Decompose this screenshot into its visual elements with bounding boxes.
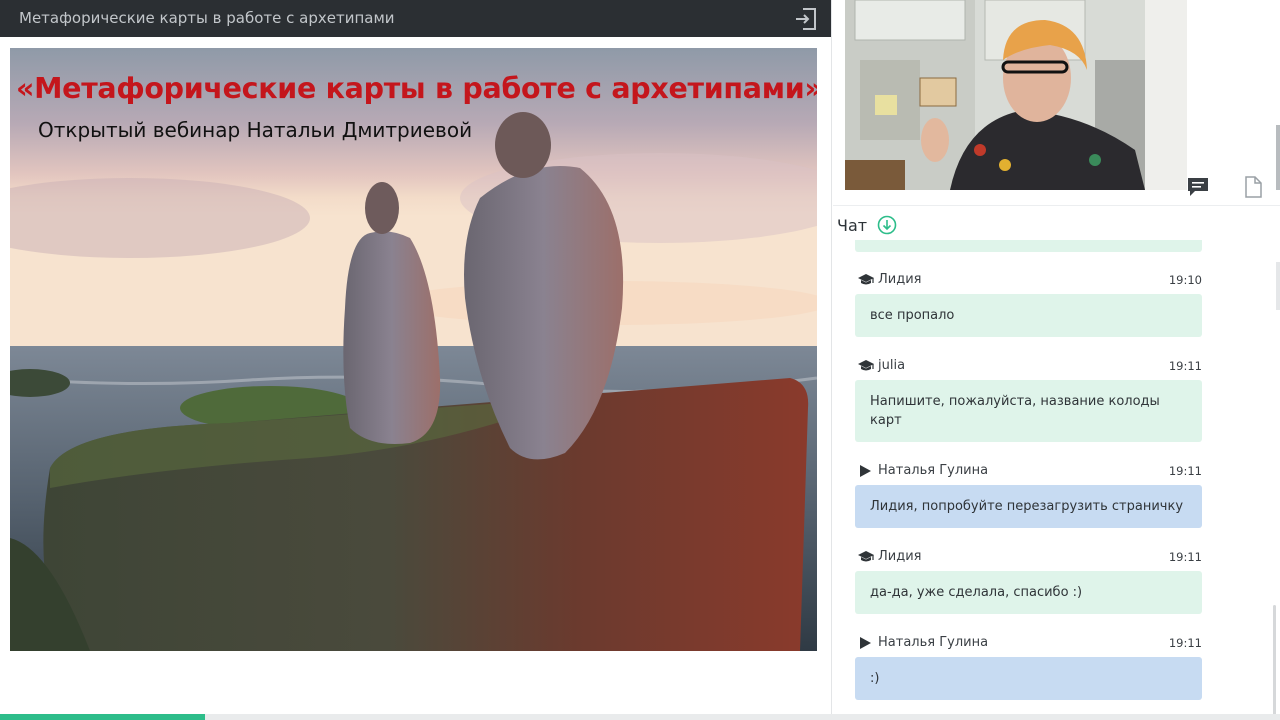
document-icon[interactable]: [1243, 176, 1263, 198]
presentation-slide: «Метафорические карты в работе с архетип…: [10, 48, 817, 651]
graduation-cap-icon: [857, 550, 875, 564]
chat-message: Наталья Гулина 19:11 Лидия, попробуйте п…: [855, 463, 1202, 528]
chat-message-list[interactable]: Лидия 19:10 все пропало julia 19:11 Напи…: [833, 240, 1273, 715]
message-author: Лидия: [878, 272, 922, 287]
graduation-cap-icon: [857, 273, 875, 287]
playback-progress-fill: [0, 714, 205, 720]
graduation-cap-icon: [857, 359, 875, 373]
chat-scrollbar[interactable]: [1273, 605, 1276, 715]
slide-title: «Метафорические карты в работе с архетип…: [16, 72, 817, 105]
exit-icon[interactable]: [793, 6, 819, 32]
chat-message: Наталья Гулина 19:11 :): [855, 635, 1202, 700]
message-text: да-да, уже сделала, спасибо :): [855, 571, 1202, 614]
chat-title: Чат: [837, 215, 868, 235]
message-text: Напишите, пожалуйста, название колоды ка…: [855, 380, 1202, 442]
message-time: 19:11: [1168, 550, 1202, 564]
presentation-header: Метафорические карты в работе с архетипа…: [0, 0, 831, 37]
chat-header: Чат: [837, 213, 897, 237]
message-text: Лидия, попробуйте перезагрузить страничк…: [855, 485, 1202, 528]
webinar-room: Метафорические карты в работе с архетипа…: [0, 0, 1280, 720]
panel-separator: [833, 205, 1280, 206]
chat-message: julia 19:11 Напишите, пожалуйста, назван…: [855, 358, 1202, 442]
message-author: julia: [878, 358, 906, 373]
message-author: Лидия: [878, 549, 922, 564]
message-time: 19:10: [1168, 273, 1202, 287]
message-text: :): [855, 657, 1202, 700]
scrollbar-track: [1276, 262, 1280, 310]
message-time: 19:11: [1168, 636, 1202, 650]
play-icon: [857, 636, 875, 650]
panel-divider: [831, 0, 832, 720]
presenter-video[interactable]: [845, 0, 1187, 190]
slide-subtitle: Открытый вебинар Натальи Дмитриевой: [38, 118, 473, 142]
presentation-title: Метафорические карты в работе с архетипа…: [19, 9, 395, 27]
message-time: 19:11: [1168, 359, 1202, 373]
message-author: Наталья Гулина: [878, 635, 989, 650]
arrow-down-circle-icon[interactable]: [877, 215, 897, 235]
previous-message-tail: [855, 240, 1202, 252]
chat-bubble-icon[interactable]: [1186, 176, 1210, 198]
chat-message: Лидия 19:10 все пропало: [855, 272, 1202, 337]
play-icon: [857, 464, 875, 478]
chat-message: Лидия 19:11 да-да, уже сделала, спасибо …: [855, 549, 1202, 614]
edge-marker: [1276, 125, 1280, 190]
message-time: 19:11: [1168, 464, 1202, 478]
playback-progress[interactable]: [0, 714, 1280, 720]
message-author: Наталья Гулина: [878, 463, 989, 478]
message-text: все пропало: [855, 294, 1202, 337]
